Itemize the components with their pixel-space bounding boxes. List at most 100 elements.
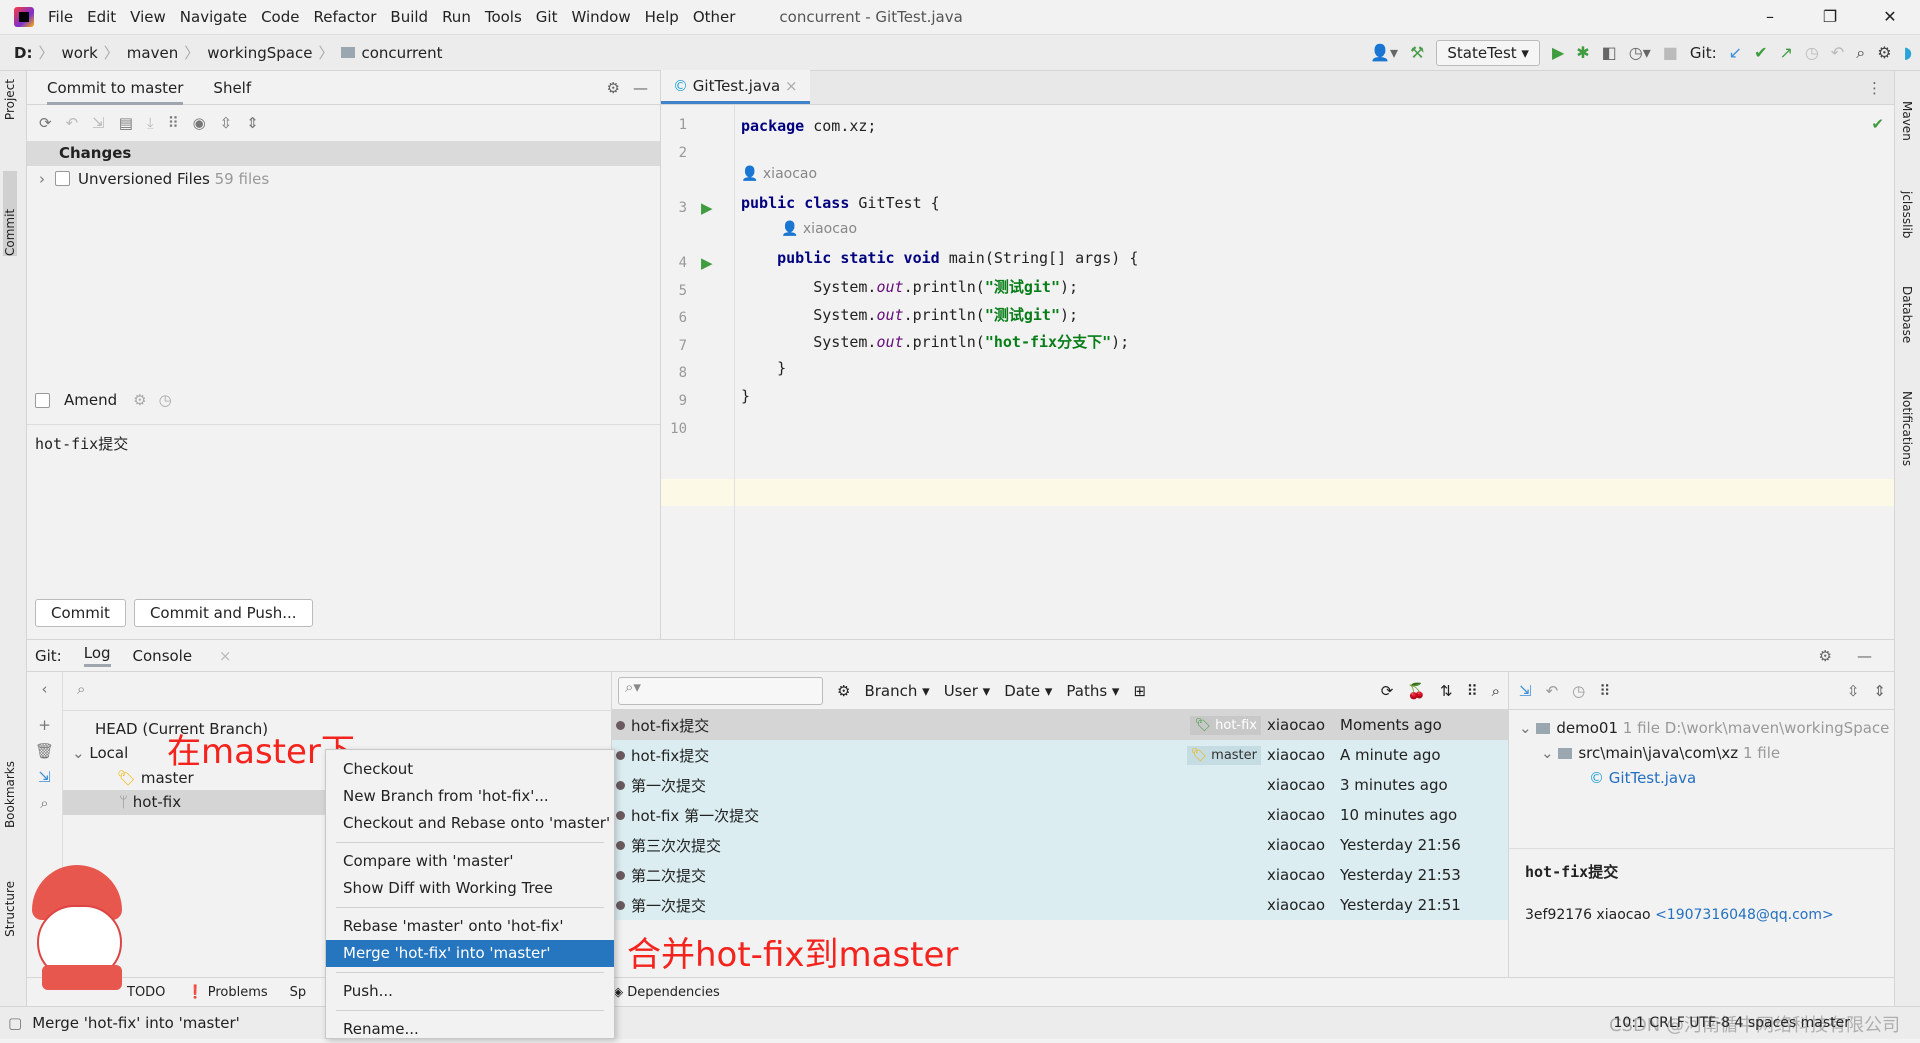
update-icon[interactable]: ⇲	[1519, 682, 1532, 700]
close-tab-icon[interactable]: ×	[785, 77, 798, 95]
menu-tools[interactable]: Tools	[485, 8, 522, 26]
menu-item-rebase[interactable]: Rebase 'master' onto 'hot-fix'	[326, 913, 614, 940]
search-icon[interactable]: ⌕	[1856, 45, 1865, 61]
rollback-icon[interactable]: ↶	[1831, 45, 1844, 61]
view-options-icon[interactable]: ⠿	[1467, 682, 1478, 700]
history-icon[interactable]: ◷	[1572, 682, 1585, 700]
sort-icon[interactable]: ⇅	[1440, 682, 1453, 700]
tab-console[interactable]: Console ×	[133, 647, 254, 665]
update-branch-icon[interactable]: ⇲	[27, 768, 62, 786]
menu-item-compare[interactable]: Compare with 'master'	[326, 848, 614, 875]
bookmarks-tool-button[interactable]: Bookmarks	[3, 761, 17, 828]
expand-all-icon[interactable]: ⇳	[220, 114, 233, 132]
collapse-all-icon[interactable]: ⇕	[246, 114, 259, 132]
gear-icon[interactable]: ⚙	[1819, 647, 1832, 665]
menu-item-push[interactable]: Push...	[326, 978, 614, 1005]
history-icon[interactable]: ◷	[1805, 45, 1819, 61]
author-hint[interactable]: 👤 xiaocao	[781, 221, 857, 237]
editor-tab-gittest[interactable]: © GitTest.java ×	[661, 70, 810, 104]
commit-row[interactable]: 第一次提交 xiaocao Yesterday 21:51	[612, 890, 1508, 920]
tab-shelf[interactable]: Shelf	[213, 71, 251, 105]
git-commit-icon[interactable]: ✔	[1754, 45, 1767, 61]
menu-file[interactable]: File	[48, 8, 73, 26]
group-icon[interactable]: ⠿	[1599, 682, 1610, 700]
menu-refactor[interactable]: Refactor	[313, 8, 376, 26]
menu-view[interactable]: View	[130, 8, 166, 26]
menu-run[interactable]: Run	[442, 8, 471, 26]
search-icon[interactable]: ⌕	[1492, 682, 1500, 700]
menu-window[interactable]: Window	[571, 8, 630, 26]
menu-edit[interactable]: Edit	[87, 8, 116, 26]
code-line[interactable]: public class GitTest {	[741, 194, 940, 212]
filter-date[interactable]: Date ▾	[1004, 682, 1052, 700]
amend-label[interactable]: Amend	[64, 391, 117, 409]
menu-item-show-diff[interactable]: Show Diff with Working Tree	[326, 875, 614, 902]
view-options-icon[interactable]: ◉	[193, 114, 206, 132]
run-icon[interactable]: ▶	[1552, 45, 1564, 61]
new-tab-icon[interactable]: ⊞	[1133, 682, 1146, 700]
cherry-pick-icon[interactable]: 🍒	[1407, 682, 1426, 700]
branch-hot-fix[interactable]: ᛘ hot-fix	[63, 790, 353, 815]
more-icon[interactable]: ⋮	[1867, 79, 1882, 97]
breadcrumb-workingspace[interactable]: workingSpace	[207, 44, 312, 62]
menu-item-checkout-rebase[interactable]: Checkout and Rebase onto 'master'	[326, 810, 614, 837]
commit-row[interactable]: 第二次提交 xiaocao Yesterday 21:53	[612, 860, 1508, 890]
hide-icon[interactable]: —	[633, 79, 648, 97]
commit-history-icon[interactable]: ◷	[159, 391, 172, 409]
code-line[interactable]: package com.xz;	[741, 117, 876, 135]
filter-paths[interactable]: Paths ▾	[1066, 682, 1119, 700]
run-config-select[interactable]: StateTest ▾	[1436, 40, 1540, 66]
changelist-icon[interactable]: ▤	[119, 114, 133, 132]
menu-item-new-branch[interactable]: New Branch from 'hot-fix'...	[326, 783, 614, 810]
restore-button[interactable]: ❐	[1800, 0, 1860, 34]
problems-tool-button[interactable]: ❗ Problems	[187, 985, 267, 1000]
commit-row[interactable]: 第一次提交 xiaocao 3 minutes ago	[612, 770, 1508, 800]
commit-button[interactable]: Commit	[35, 599, 126, 627]
commit-message-input[interactable]: hot-fix提交	[27, 424, 660, 594]
project-tool-button[interactable]: Project	[3, 79, 17, 120]
code-line[interactable]: public static void main(String[] args) {	[741, 249, 1138, 267]
menu-build[interactable]: Build	[390, 8, 428, 26]
menu-other[interactable]: Other	[693, 8, 736, 26]
spring-tool-button[interactable]: Sp	[290, 985, 307, 1000]
menu-code[interactable]: Code	[261, 8, 299, 26]
git-update-icon[interactable]: ↙	[1729, 45, 1742, 61]
commit-row[interactable]: 第三次次提交 xiaocao Yesterday 21:56	[612, 830, 1508, 860]
code-line[interactable]: }	[741, 387, 750, 405]
commit-row[interactable]: hot-fix提交 🏷 hot-fix xiaocao Moments ago	[612, 710, 1508, 740]
breadcrumb-work[interactable]: work	[61, 44, 97, 62]
commit-row[interactable]: hot-fix 第一次提交 xiaocao 10 minutes ago	[612, 800, 1508, 830]
update-icon[interactable]: ⇲	[92, 114, 105, 132]
menu-git[interactable]: Git	[536, 8, 558, 26]
breadcrumb-drive[interactable]: D:	[14, 44, 32, 62]
settings-icon[interactable]: ⚙	[1877, 45, 1891, 61]
collapse-all-icon[interactable]: ⇕	[1873, 682, 1886, 700]
filter-user[interactable]: User ▾	[944, 682, 991, 700]
local-node[interactable]: ⌄ Local	[72, 744, 128, 762]
run-main-gutter-icon[interactable]: ▶	[701, 254, 713, 272]
database-tool-button[interactable]: Database	[1900, 286, 1914, 343]
commit-and-push-button[interactable]: Commit and Push...	[133, 599, 313, 627]
commit-options-gear-icon[interactable]: ⚙	[133, 391, 146, 409]
code-line[interactable]: System.out.println("hot-fix分支下");	[741, 331, 1129, 352]
author-email-link[interactable]: <1907316048@qq.com>	[1655, 907, 1834, 923]
tree-file-node[interactable]: © GitTest.java	[1519, 766, 1884, 791]
menu-help[interactable]: Help	[645, 8, 679, 26]
author-hint[interactable]: 👤 xiaocao	[741, 166, 817, 182]
delete-branch-icon[interactable]: 🗑	[27, 742, 62, 760]
menu-item-merge[interactable]: Merge 'hot-fix' into 'master'	[326, 940, 614, 967]
build-hammer-icon[interactable]: ⚒	[1410, 45, 1424, 61]
rollback-icon[interactable]: ↶	[66, 114, 79, 132]
search-icon[interactable]: ⌕	[27, 794, 62, 812]
commit-row[interactable]: hot-fix提交 🏷 master xiaocao A minute ago	[612, 740, 1508, 770]
log-options-gear-icon[interactable]: ⚙	[837, 682, 850, 700]
minimize-button[interactable]: –	[1740, 0, 1800, 34]
dependencies-tool-button[interactable]: ◈ Dependencies	[613, 985, 720, 1000]
unversioned-checkbox[interactable]	[55, 171, 70, 186]
gear-icon[interactable]: ⚙	[607, 79, 620, 97]
tree-project-node[interactable]: ⌄ demo01 1 file D:\work\maven\workingSpa…	[1519, 716, 1889, 741]
user-icon[interactable]: 👤▾	[1370, 45, 1398, 61]
expand-all-icon[interactable]: ⇳	[1847, 682, 1860, 700]
git-push-icon[interactable]: ↗	[1779, 45, 1792, 61]
code-line[interactable]: }	[741, 359, 786, 377]
